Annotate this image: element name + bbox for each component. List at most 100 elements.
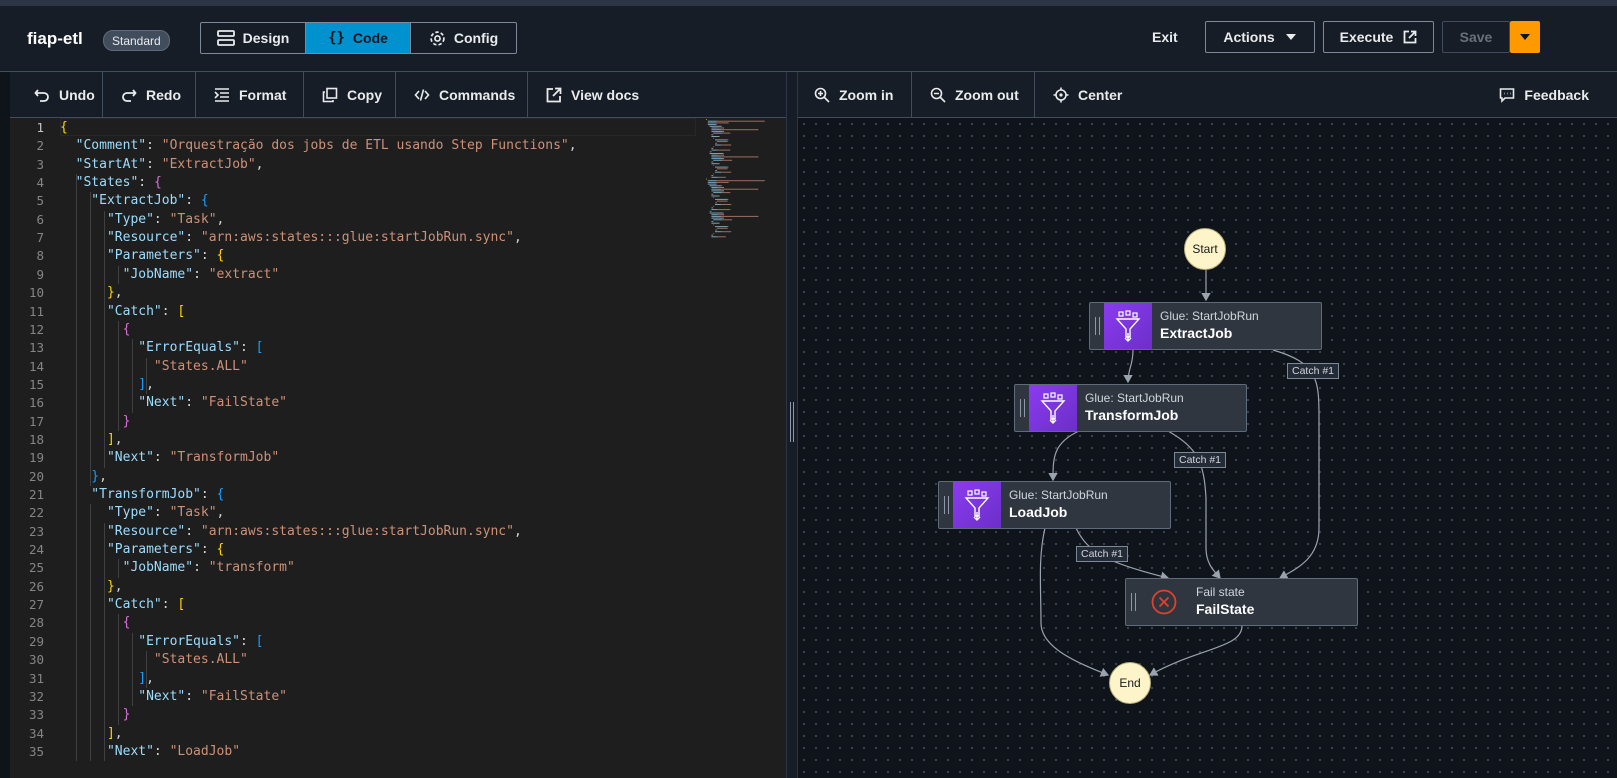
format-button[interactable]: Format <box>196 72 304 117</box>
end-node[interactable]: End <box>1109 662 1151 704</box>
code-token: "Next" <box>60 450 154 466</box>
redo-button[interactable]: Redo <box>103 72 196 117</box>
minimap-mark <box>715 198 727 200</box>
minimap-mark <box>721 192 723 194</box>
line-number: 6 <box>36 211 44 227</box>
line-number: 20 <box>28 468 44 484</box>
state-type-label: Glue: StartJobRun <box>1160 309 1259 323</box>
minimap-mark <box>721 204 732 205</box>
line-number: 31 <box>28 670 44 686</box>
indent-guide <box>118 265 119 285</box>
minimap-mark <box>723 212 724 214</box>
code-line: "JobName": "transform" <box>60 559 295 577</box>
code-token: : <box>200 248 217 264</box>
minimap-mark <box>723 190 724 192</box>
line-number: 23 <box>28 523 44 539</box>
indent-guide <box>76 174 77 762</box>
zoom-in-button[interactable]: Zoom in <box>798 72 912 117</box>
exit-button[interactable]: Exit <box>1152 29 1178 45</box>
code-editor[interactable]: 1 2 3 4 5 6 7 8 9 10 11 12 13 14 15 16 17 18 19 20 21 22 23 24 2… <box>10 118 786 778</box>
code-line: "Catch": [ <box>60 596 185 614</box>
minimap-mark <box>717 136 719 137</box>
code-token: "ExtractJob" <box>161 156 256 172</box>
line-number: 13 <box>28 340 44 356</box>
minimap-mark <box>711 147 713 149</box>
copy-icon <box>322 87 338 102</box>
minimap-mark <box>711 136 718 137</box>
line-number: 5 <box>36 193 44 209</box>
minimap-mark <box>757 188 759 190</box>
code-token: : <box>200 542 217 558</box>
code-token: , <box>114 285 123 301</box>
minimap-mark <box>726 166 728 168</box>
view-docs-button[interactable]: View docs <box>528 72 657 117</box>
save-options-dropdown[interactable] <box>1510 21 1540 53</box>
minimap-mark <box>711 163 718 165</box>
execute-button[interactable]: Execute <box>1323 21 1434 53</box>
minimap-mark <box>721 132 723 134</box>
code-token: "ErrorEquals" <box>60 633 241 649</box>
minimap-mark <box>723 153 724 154</box>
minimap-mark <box>716 181 728 183</box>
code-token: } <box>60 707 131 723</box>
start-node[interactable]: Start <box>1184 228 1226 270</box>
minimap-mark <box>723 217 724 219</box>
panel-resize-handle[interactable] <box>786 72 798 778</box>
state-transform-job[interactable]: Glue: StartJobRun TransformJob <box>1014 384 1247 432</box>
minimap-mark <box>715 183 716 185</box>
minimap-mark <box>722 158 724 160</box>
tab-design[interactable]: Design <box>201 23 306 53</box>
undo-icon <box>34 88 49 102</box>
code-token: "Next" <box>60 395 186 411</box>
code-line: { <box>60 614 131 632</box>
feedback-button[interactable]: Feedback <box>1481 72 1617 117</box>
undo-label: Undo <box>59 86 95 103</box>
commands-button[interactable]: Commands <box>396 72 528 117</box>
minimap-mark <box>727 139 729 141</box>
line-number: 21 <box>28 487 44 502</box>
minimap-mark <box>727 226 729 228</box>
minimap-mark <box>718 163 720 165</box>
save-button[interactable]: Save <box>1442 21 1510 53</box>
actions-button[interactable]: Actions <box>1205 21 1315 53</box>
zoom-out-label: Zoom out <box>955 86 1019 103</box>
workflow-graph-canvas[interactable]: Start Glue: StartJobRun ExtractJob Catch… <box>798 118 1617 778</box>
center-button[interactable]: Center <box>1035 72 1140 117</box>
minimap-mark <box>710 210 712 212</box>
code-token: { <box>216 542 225 558</box>
state-load-job[interactable]: Glue: StartJobRun LoadJob <box>938 481 1171 529</box>
redo-icon <box>122 88 137 102</box>
minimap-mark <box>712 161 714 163</box>
line-number: 11 <box>28 303 44 319</box>
drag-handle-icon <box>1020 399 1025 417</box>
minimap-mark <box>709 210 711 212</box>
code-token: : <box>153 743 170 759</box>
minimap-mark <box>757 129 759 131</box>
tab-config[interactable]: Config <box>411 23 516 53</box>
line-number: 15 <box>28 376 44 392</box>
minimap-mark <box>721 125 723 127</box>
minimap-mark <box>721 219 723 221</box>
minimap-mark <box>712 207 714 209</box>
view-docs-label: View docs <box>571 86 640 103</box>
code-token: ] <box>60 431 115 447</box>
code-token: "Next" <box>60 743 154 759</box>
commands-label: Commands <box>439 86 516 103</box>
minimap-mark <box>715 204 721 205</box>
code-token: { <box>200 193 209 209</box>
minimap-mark <box>722 153 724 154</box>
zoom-out-button[interactable]: Zoom out <box>912 72 1035 117</box>
minimap-mark <box>706 178 707 180</box>
state-extract-job[interactable]: Glue: StartJobRun ExtractJob <box>1089 302 1322 350</box>
state-fail-state[interactable]: Fail state FailState <box>1125 578 1358 626</box>
code-text[interactable]: { "Comment": "Orquestração dos jobs de E… <box>60 118 700 778</box>
minimap-mark <box>721 156 758 158</box>
tab-code[interactable]: {} Code <box>306 23 411 53</box>
state-type-label: Glue: StartJobRun <box>1009 488 1108 502</box>
code-token: : <box>240 340 256 356</box>
editor-header: fiap-etl Standard Design {} Code Config … <box>0 0 1617 72</box>
minimap-mark <box>707 181 716 183</box>
undo-button[interactable]: Undo <box>10 72 103 117</box>
code-minimap[interactable] <box>704 118 784 238</box>
copy-button[interactable]: Copy <box>304 72 396 117</box>
